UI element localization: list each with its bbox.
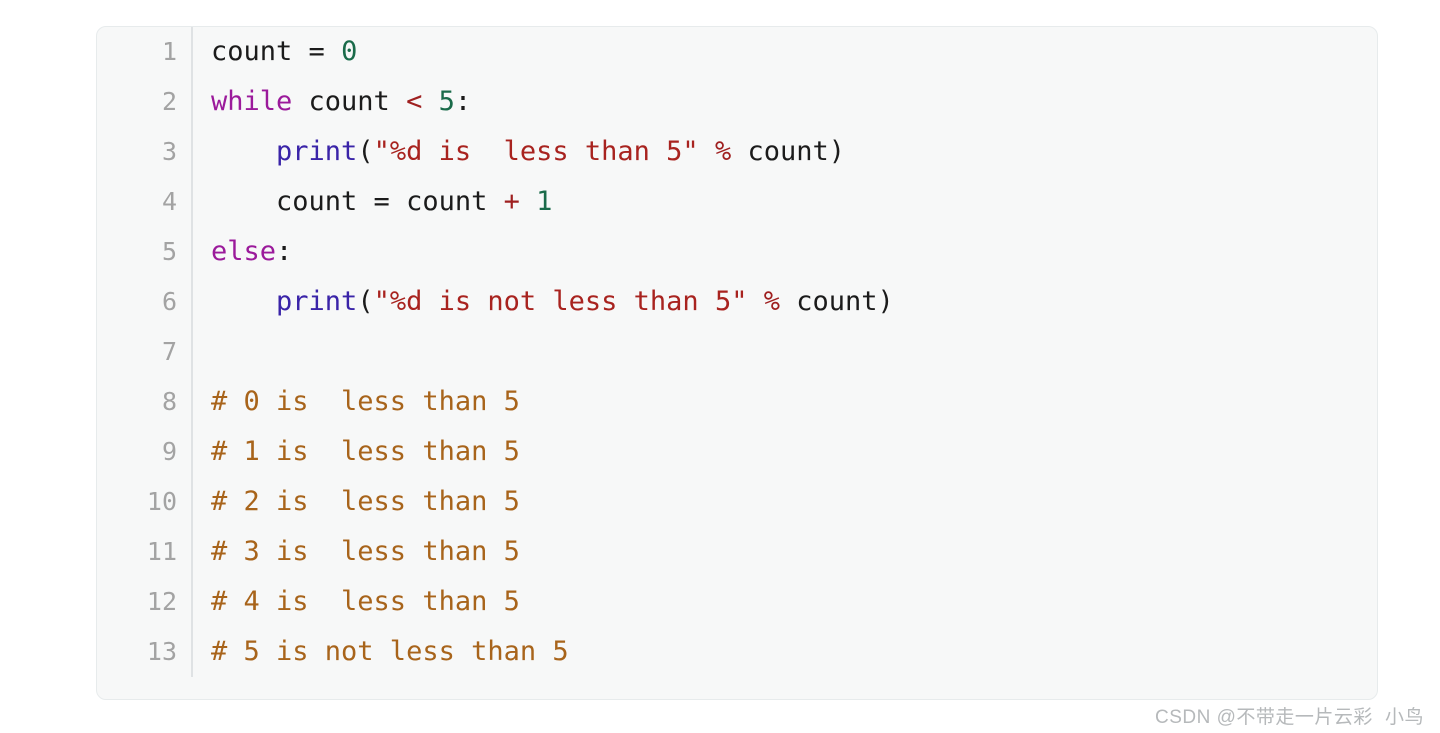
token-plain: count — [292, 86, 406, 117]
token-keyword: while — [211, 86, 292, 117]
token-comment: # 3 is less than 5 — [211, 536, 520, 567]
token-plain: : — [276, 236, 292, 267]
code-line-content[interactable]: # 5 is not less than 5 — [192, 627, 1377, 677]
code-line-content[interactable]: # 1 is less than 5 — [192, 427, 1377, 477]
token-plain: count) — [731, 136, 845, 167]
code-line-content[interactable]: # 0 is less than 5 — [192, 377, 1377, 427]
token-number: 0 — [341, 36, 357, 67]
code-line-content[interactable]: # 3 is less than 5 — [192, 527, 1377, 577]
code-block[interactable]: 1 count = 0 2 while count < 5: 3 print("%d i… — [96, 26, 1378, 700]
token-plain — [211, 136, 276, 167]
code-line-content[interactable]: count = 0 — [192, 27, 1377, 77]
token-function: print — [276, 286, 357, 317]
token-plain — [422, 86, 438, 117]
token-comment: # 2 is less than 5 — [211, 486, 520, 517]
code-line-content[interactable] — [192, 327, 1377, 377]
line-number: 6 — [97, 277, 192, 327]
code-line: 11 # 3 is less than 5 — [97, 527, 1377, 577]
token-function: print — [276, 136, 357, 167]
code-line: 3 print("%d is less than 5" % count) — [97, 127, 1377, 177]
line-number: 4 — [97, 177, 192, 227]
token-plain: count) — [780, 286, 894, 317]
token-plain — [211, 286, 276, 317]
token-keyword: else — [211, 236, 276, 267]
code-line-content[interactable]: print("%d is less than 5" % count) — [192, 127, 1377, 177]
code-line: 12 # 4 is less than 5 — [97, 577, 1377, 627]
line-number: 7 — [97, 327, 192, 377]
code-line: 4 count = count + 1 — [97, 177, 1377, 227]
line-number: 10 — [97, 477, 192, 527]
line-number: 8 — [97, 377, 192, 427]
line-number: 1 — [97, 27, 192, 77]
line-number: 5 — [97, 227, 192, 277]
code-line-content[interactable]: else: — [192, 227, 1377, 277]
token-comment: # 0 is less than 5 — [211, 386, 520, 417]
code-line: 9 # 1 is less than 5 — [97, 427, 1377, 477]
token-operator: + — [504, 186, 520, 217]
token-plain — [520, 186, 536, 217]
token-comment: # 5 is not less than 5 — [211, 636, 569, 667]
line-number: 9 — [97, 427, 192, 477]
code-line-content[interactable]: while count < 5: — [192, 77, 1377, 127]
code-line-content[interactable]: # 4 is less than 5 — [192, 577, 1377, 627]
token-comment: # 1 is less than 5 — [211, 436, 520, 467]
token-plain — [747, 286, 763, 317]
token-string: "%d is not less than 5" — [374, 286, 748, 317]
token-number: 1 — [536, 186, 552, 217]
token-plain: ( — [357, 286, 373, 317]
token-operator: % — [764, 286, 780, 317]
code-line: 7 — [97, 327, 1377, 377]
code-line-content[interactable]: print("%d is not less than 5" % count) — [192, 277, 1377, 327]
token-plain — [699, 136, 715, 167]
token-number: 5 — [439, 86, 455, 117]
line-number: 12 — [97, 577, 192, 627]
code-line: 10 # 2 is less than 5 — [97, 477, 1377, 527]
token-string: "%d is less than 5" — [374, 136, 699, 167]
code-line-content[interactable]: count = count + 1 — [192, 177, 1377, 227]
token-operator: < — [406, 86, 422, 117]
token-plain: : — [455, 86, 471, 117]
code-line-content[interactable]: # 2 is less than 5 — [192, 477, 1377, 527]
line-number: 11 — [97, 527, 192, 577]
csdn-watermark: CSDN @不带走一片云彩  小鸟 — [1155, 702, 1424, 729]
code-line: 2 while count < 5: — [97, 77, 1377, 127]
token-operator: % — [715, 136, 731, 167]
line-number: 3 — [97, 127, 192, 177]
token-plain: count — [211, 36, 309, 67]
token-comment: # 4 is less than 5 — [211, 586, 520, 617]
code-line: 5 else: — [97, 227, 1377, 277]
code-line: 8 # 0 is less than 5 — [97, 377, 1377, 427]
code-lines-container: 1 count = 0 2 while count < 5: 3 print("%d i… — [97, 27, 1377, 677]
code-line: 13 # 5 is not less than 5 — [97, 627, 1377, 677]
line-number: 13 — [97, 627, 192, 677]
token-plain: count = count — [211, 186, 504, 217]
token-plain: ( — [357, 136, 373, 167]
line-number: 2 — [97, 77, 192, 127]
code-line: 6 print("%d is not less than 5" % count) — [97, 277, 1377, 327]
token-plain: = — [309, 36, 342, 67]
code-line: 1 count = 0 — [97, 27, 1377, 77]
